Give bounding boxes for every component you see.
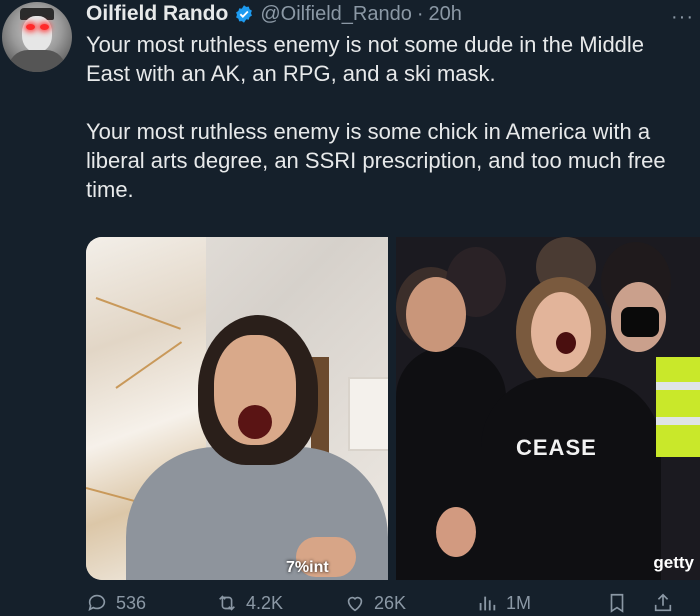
media-image-left[interactable]: 7%int	[86, 237, 388, 580]
media-grid: 7%int CEASE getty	[86, 237, 700, 580]
media-image-right[interactable]: CEASE getty	[396, 237, 700, 580]
views-button[interactable]: 1M	[476, 592, 531, 614]
repost-icon	[219, 595, 235, 611]
bookmark-icon	[610, 593, 624, 613]
getty-watermark: getty	[653, 553, 694, 572]
handle[interactable]: @Oilfield_Rando	[260, 3, 412, 26]
separator-dot: ·	[416, 2, 424, 25]
reply-icon	[88, 594, 106, 611]
avatar[interactable]	[2, 2, 72, 72]
share-icon	[654, 593, 672, 612]
action-bar: 536 4.2K 26K 1M	[86, 592, 686, 616]
repost-count: 4.2K	[246, 593, 284, 613]
shirt-text: CEASE	[516, 435, 597, 460]
bookmark-button[interactable]	[606, 592, 636, 614]
repost-button[interactable]: 4.2K	[216, 592, 283, 614]
like-icon	[347, 596, 363, 612]
tweet-paragraph: Your most ruthless enemy is not some dud…	[86, 32, 645, 86]
like-count: 26K	[374, 593, 407, 613]
like-button[interactable]: 26K	[344, 592, 406, 614]
tweet-text: Your most ruthless enemy is not some dud…	[86, 30, 686, 204]
tweet-paragraph: Your most ruthless enemy is some chick i…	[86, 119, 666, 202]
more-icon[interactable]: ···	[671, 6, 694, 29]
tweet-header: Oilfield Rando @Oilfield_Rando · 20h	[86, 0, 462, 28]
share-button[interactable]	[652, 592, 682, 614]
media-overlay-text: 7%int	[286, 559, 329, 576]
views-count: 1M	[506, 593, 532, 613]
timestamp[interactable]: 20h	[429, 3, 462, 26]
views-icon	[479, 596, 496, 611]
reply-button[interactable]: 536	[86, 592, 146, 614]
verified-badge-icon	[236, 5, 253, 23]
display-name[interactable]: Oilfield Rando	[86, 2, 228, 26]
reply-count: 536	[116, 593, 147, 613]
